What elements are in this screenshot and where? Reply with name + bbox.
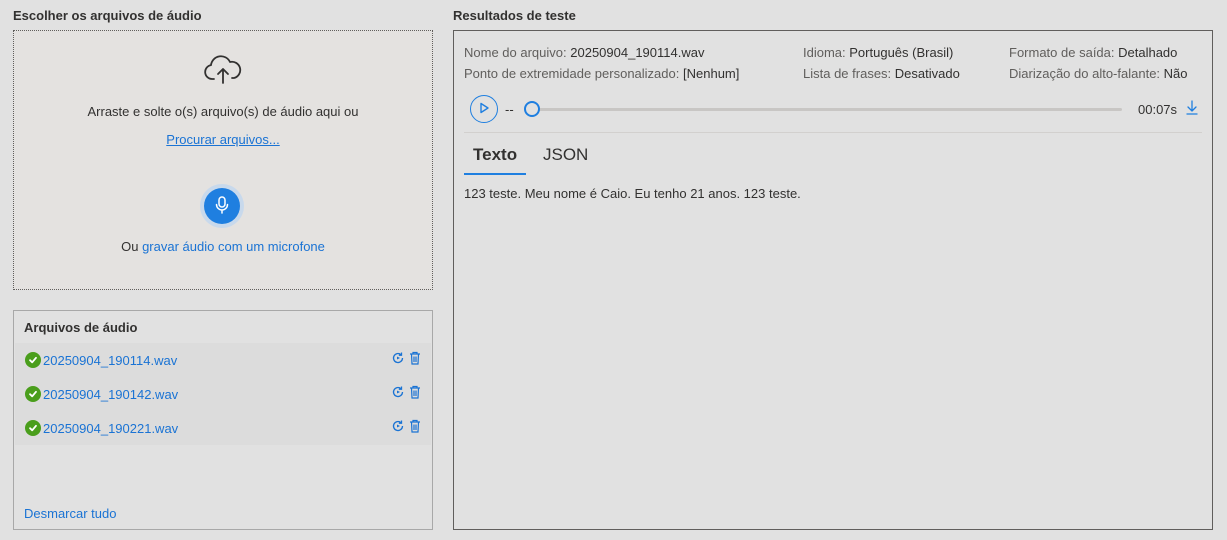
meta-value: [Nenhum]	[683, 66, 740, 81]
file-row[interactable]: 20250904_190221.wav	[15, 411, 431, 445]
meta-value: Português (Brasil)	[849, 45, 954, 60]
download-icon[interactable]	[1186, 99, 1198, 118]
play-icon	[478, 102, 490, 117]
drop-instructions: Arraste e solte o(s) arquivo(s) de áudio…	[87, 104, 359, 119]
meta-label: Diarização do alto-falante:	[1009, 66, 1161, 81]
meta-phrase-list: Lista de frases: Desativado	[803, 66, 960, 81]
upload-section-title: Escolher os arquivos de áudio	[13, 8, 202, 23]
trash-icon[interactable]	[409, 351, 421, 368]
tab-json[interactable]: JSON	[543, 145, 588, 173]
meta-file-name: Nome do arquivo: 20250904_190114.wav	[464, 45, 704, 60]
transcription-text: 123 teste. Meu nome é Caio. Eu tenho 21 …	[464, 186, 801, 201]
meta-diarization: Diarização do alto-falante: Não	[1009, 66, 1188, 81]
browse-files-link[interactable]: Procurar arquivos...	[166, 132, 279, 147]
check-circle-icon	[25, 420, 41, 436]
results-panel: Nome do arquivo: 20250904_190114.wav Pon…	[453, 30, 1213, 530]
record-option-line: Ou gravar áudio com um microfone	[14, 239, 432, 254]
meta-value: Desativado	[894, 66, 960, 81]
play-button[interactable]	[470, 95, 498, 123]
cloud-upload-icon	[203, 55, 243, 87]
meta-language: Idioma: Português (Brasil)	[803, 45, 953, 60]
meta-value: 20250904_190114.wav	[570, 45, 705, 60]
mic-prefix-text: Ou	[121, 239, 139, 254]
check-circle-icon	[25, 352, 41, 368]
audio-player: -- 00:07s	[468, 93, 1202, 123]
meta-label: Idioma:	[803, 45, 846, 60]
file-name-link[interactable]: 20250904_190114.wav	[43, 353, 177, 368]
check-circle-icon	[25, 386, 41, 402]
file-row[interactable]: 20250904_190114.wav	[15, 343, 431, 377]
trash-icon[interactable]	[409, 385, 421, 402]
refresh-icon[interactable]	[391, 351, 405, 368]
refresh-icon[interactable]	[391, 419, 405, 436]
microphone-icon	[214, 195, 230, 217]
file-row[interactable]: 20250904_190142.wav	[15, 377, 431, 411]
trash-icon[interactable]	[409, 419, 421, 436]
file-name-link[interactable]: 20250904_190221.wav	[43, 421, 178, 436]
audio-files-title: Arquivos de áudio	[24, 320, 138, 335]
seek-track[interactable]	[532, 108, 1122, 111]
meta-value: Detalhado	[1118, 45, 1178, 60]
meta-label: Formato de saída:	[1009, 45, 1115, 60]
results-section-title: Resultados de teste	[453, 8, 576, 23]
seek-thumb[interactable]	[524, 101, 540, 117]
record-microphone-button[interactable]	[204, 188, 240, 224]
meta-value: Não	[1163, 66, 1188, 81]
divider	[464, 132, 1202, 133]
audio-drop-zone[interactable]: Arraste e solte o(s) arquivo(s) de áudio…	[13, 30, 433, 290]
current-time: --	[505, 102, 514, 117]
meta-label: Ponto de extremidade personalizado:	[464, 66, 680, 81]
meta-label: Nome do arquivo:	[464, 45, 567, 60]
file-name-link[interactable]: 20250904_190142.wav	[43, 387, 178, 402]
refresh-icon[interactable]	[391, 385, 405, 402]
meta-output-format: Formato de saída: Detalhado	[1009, 45, 1177, 60]
deselect-all-link[interactable]: Desmarcar tudo	[24, 506, 116, 521]
meta-label: Lista de frases:	[803, 66, 892, 81]
tab-texto[interactable]: Texto	[464, 145, 527, 175]
audio-files-panel: Arquivos de áudio 20250904_190114.wav 20…	[13, 310, 433, 530]
record-audio-link[interactable]: gravar áudio com um microfone	[142, 239, 325, 254]
meta-endpoint: Ponto de extremidade personalizado: [Nen…	[464, 66, 739, 81]
total-duration: 00:07s	[1138, 102, 1178, 117]
